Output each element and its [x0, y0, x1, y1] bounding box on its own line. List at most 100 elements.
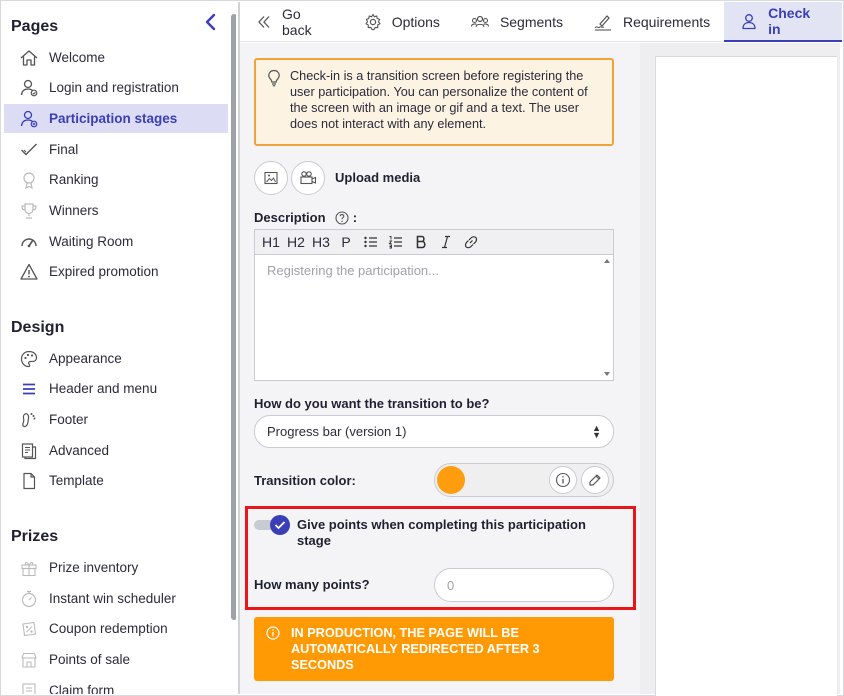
transition-color-picker [434, 463, 614, 497]
sidebar-item-label: Welcome [49, 50, 106, 65]
transition-select[interactable]: Progress bar (version 1) ▲ ▼ [254, 415, 614, 448]
description-label: Description [254, 210, 326, 225]
tab-label: Go back [282, 6, 312, 38]
user-location-icon [740, 12, 758, 30]
sidebar-item-header-and-menu[interactable]: Header and menu [4, 374, 228, 403]
collapse-sidebar-button[interactable] [202, 12, 220, 32]
sidebar-item-login-and-registration[interactable]: Login and registration [4, 73, 228, 102]
italic-button[interactable] [434, 231, 458, 253]
give-points-label: Give points when completing this partici… [297, 517, 586, 548]
sidebar-item-label: Claim form [49, 683, 115, 694]
tab-label: Requirements [622, 14, 711, 30]
sidebar-item-participation-stages[interactable]: Participation stages [4, 104, 228, 133]
tab-go-back[interactable]: Go back [240, 2, 348, 42]
format-h3-button[interactable]: H3 [309, 231, 333, 253]
format-paragraph-button[interactable]: P [334, 231, 358, 253]
transition-color-label: Transition color: [254, 473, 356, 488]
double-chevron-left-icon [256, 14, 272, 30]
editor-scroll-up[interactable] [604, 259, 610, 263]
italic-icon [442, 235, 450, 249]
eyedropper-icon [589, 474, 601, 486]
upload-video-button[interactable] [291, 161, 325, 195]
signature-icon [593, 13, 613, 31]
users-group-icon [470, 14, 490, 30]
footprint-icon [18, 409, 40, 431]
link-button[interactable] [459, 231, 483, 253]
toggle-knob [270, 515, 290, 535]
store-icon [18, 649, 40, 671]
warning-text: IN PRODUCTION, THE PAGE WILL BE AUTOMATI… [291, 626, 540, 672]
tab-options[interactable]: Options [348, 2, 454, 42]
description-label-row: Description : [254, 210, 357, 225]
sidebar-item-appearance[interactable]: Appearance [4, 344, 228, 373]
sidebar-item-points-of-sale[interactable]: Points of sale [4, 645, 228, 674]
chevron-left-icon [205, 13, 216, 31]
tab-label: Segments [499, 14, 563, 30]
tab-check-in[interactable]: Check in [724, 2, 842, 42]
info-notice: Check-in is a transition screen before r… [254, 58, 614, 146]
image-icon [264, 171, 278, 185]
description-editor[interactable]: Registering the participation... [254, 255, 614, 381]
upload-image-button[interactable] [254, 161, 288, 195]
transition-select-value: Progress bar (version 1) [267, 424, 407, 439]
sidebar-item-label: Appearance [49, 351, 122, 366]
sidebar-item-prize-inventory[interactable]: Prize inventory [4, 553, 228, 582]
format-h1-button[interactable]: H1 [259, 231, 283, 253]
menu-icon [18, 378, 40, 400]
sidebar-item-expired-promotion[interactable]: Expired promotion [4, 257, 228, 286]
preview-panel [655, 56, 837, 696]
link-icon [464, 236, 478, 249]
give-points-toggle[interactable] [254, 515, 290, 535]
sidebar-item-welcome[interactable]: Welcome [4, 43, 228, 72]
sidebar-item-template[interactable]: Template [4, 466, 228, 495]
sidebar-item-label: Waiting Room [49, 234, 134, 249]
sidebar-item-instant-win-scheduler[interactable]: Instant win scheduler [4, 584, 228, 613]
video-camera-icon [300, 171, 317, 185]
sidebar-item-label: Advanced [49, 443, 110, 458]
sidebar-item-label: Login and registration [49, 80, 179, 95]
form-panel: Check-in is a transition screen before r… [240, 43, 640, 694]
section-title-pages: Pages [11, 18, 59, 35]
sidebar-item-final[interactable]: Final [4, 135, 228, 164]
numbered-list-button[interactable] [384, 231, 408, 253]
sidebar-item-ranking[interactable]: Ranking [4, 165, 228, 194]
gift-icon [18, 557, 40, 579]
sidebar-item-footer[interactable]: Footer [4, 405, 228, 434]
sidebar: Pages Welcome Login and registration Par… [2, 2, 236, 694]
sidebar-item-advanced[interactable]: Advanced [4, 436, 228, 465]
sidebar-item-waiting-room[interactable]: Waiting Room [4, 227, 228, 256]
help-icon[interactable] [335, 211, 349, 225]
format-h2-button[interactable]: H2 [284, 231, 308, 253]
sidebar-item-label: Points of sale [49, 652, 131, 667]
info-text: Check-in is a transition screen before r… [290, 69, 588, 131]
color-info-button[interactable] [549, 466, 577, 494]
bullet-list-icon [364, 236, 377, 248]
editor-scroll-down[interactable] [604, 372, 610, 376]
color-eyedropper-button[interactable] [581, 466, 609, 494]
medal-icon [18, 169, 40, 191]
points-label: How many points? [254, 577, 370, 592]
tab-requirements[interactable]: Requirements [577, 2, 724, 42]
bold-button[interactable] [409, 231, 433, 253]
sidebar-scrollbar[interactable] [231, 14, 236, 620]
sidebar-item-label: Header and menu [49, 381, 158, 396]
checkmark-icon [18, 139, 40, 161]
sidebar-item-claim-form[interactable]: Claim form [4, 676, 228, 694]
color-swatch[interactable] [437, 466, 465, 494]
section-title-prizes: Prizes [11, 528, 59, 545]
sidebar-item-label: Winners [49, 203, 99, 218]
sidebar-item-label: Expired promotion [49, 264, 159, 279]
tab-segments[interactable]: Segments [454, 2, 577, 42]
bullet-list-button[interactable] [359, 231, 383, 253]
advanced-icon [18, 440, 40, 462]
form-icon [18, 680, 40, 694]
transition-label: How do you want the transition to be? [254, 396, 490, 411]
sidebar-item-label: Instant win scheduler [49, 591, 176, 606]
production-warning: IN PRODUCTION, THE PAGE WILL BE AUTOMATI… [254, 617, 614, 681]
section-title-design: Design [11, 319, 65, 336]
points-input[interactable] [434, 568, 614, 602]
sidebar-item-label: Ranking [49, 172, 99, 187]
sidebar-item-coupon-redemption[interactable]: Coupon redemption [4, 614, 228, 643]
numbered-list-icon [388, 236, 402, 249]
sidebar-item-winners[interactable]: Winners [4, 196, 228, 225]
